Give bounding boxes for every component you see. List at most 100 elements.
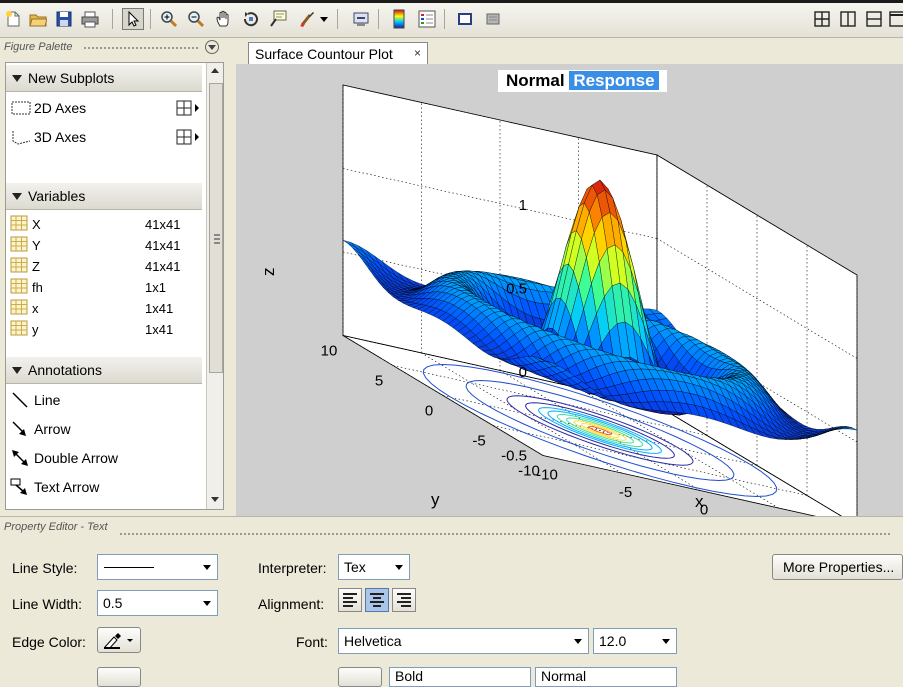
interpreter-value: Tex (344, 559, 366, 575)
maximize-icon[interactable] (886, 8, 903, 30)
surface-contour-plot[interactable]: -0.500.51-10-50510-10-50510xyz (236, 64, 903, 516)
print-icon[interactable] (79, 8, 101, 30)
save-icon[interactable] (53, 8, 75, 30)
subplot-label: 2D Axes (34, 100, 87, 116)
data-cursor-icon[interactable] (267, 8, 289, 30)
scroll-down-icon[interactable] (211, 497, 219, 502)
z-tick-label: 1 (519, 197, 527, 214)
font-weight-select[interactable]: Bold (389, 667, 531, 687)
variable-name: x (32, 300, 39, 316)
y-tick-label: -5 (472, 433, 485, 450)
interpreter-label: Interpreter: (258, 560, 327, 576)
double-arrow-icon (10, 449, 34, 467)
variable-row[interactable]: fh 1x1 (10, 277, 202, 297)
variable-name: Z (32, 258, 40, 274)
variable-size: 1x41 (145, 300, 174, 316)
header-divider (120, 533, 890, 535)
section-variables[interactable]: Variables (6, 183, 202, 210)
variable-row[interactable]: Z 41x41 (10, 256, 202, 276)
align-right-button[interactable] (392, 588, 416, 612)
select-arrow-icon[interactable] (122, 8, 144, 30)
chevron-down-icon (389, 555, 409, 579)
font-size-select[interactable]: 12.0 (593, 628, 677, 654)
open-folder-icon[interactable] (27, 8, 49, 30)
zoom-out-icon[interactable] (185, 8, 207, 30)
palette-scrollbar[interactable] (206, 63, 223, 509)
annotation-line[interactable]: Line (10, 389, 202, 411)
tab-label: Surface Countour Plot (255, 46, 393, 62)
colorbar-icon[interactable] (388, 8, 410, 30)
font-angle-select[interactable]: Normal (535, 667, 677, 687)
variable-name: X (32, 216, 41, 232)
collapse-palette-icon[interactable] (205, 40, 219, 54)
pan-hand-icon[interactable] (213, 8, 235, 30)
annotation-text-arrow[interactable]: Text Arrow (10, 476, 202, 498)
align-center-button[interactable] (365, 588, 389, 612)
annotation-double-arrow[interactable]: Double Arrow (10, 447, 202, 469)
alignment-label: Alignment: (258, 596, 325, 612)
tile-icon[interactable] (811, 8, 833, 30)
split-vertical-icon[interactable] (837, 8, 859, 30)
edge-color-button[interactable] (97, 627, 141, 653)
variable-name: fh (32, 279, 43, 295)
more-properties-button[interactable]: More Properties... (772, 554, 903, 580)
subplot-3d-axes[interactable]: 3D Axes (10, 126, 202, 148)
font-select[interactable]: Helvetica (338, 628, 589, 654)
hide-tools-icon[interactable] (454, 8, 476, 30)
subplot-2d-axes[interactable]: 2D Axes (10, 97, 202, 119)
new-file-icon[interactable] (2, 8, 24, 30)
section-label: Annotations (28, 362, 102, 378)
scroll-up-icon[interactable] (211, 68, 219, 73)
section-label: New Subplots (28, 70, 115, 86)
y-axis-label: y (431, 490, 440, 509)
variable-row[interactable]: Y 41x41 (10, 235, 202, 255)
variable-row[interactable]: x 1x41 (10, 298, 202, 318)
annotation-label: Text Arrow (34, 479, 100, 495)
y-tick-label: -10 (518, 463, 540, 480)
rotate-3d-icon[interactable] (240, 8, 262, 30)
annotation-arrow[interactable]: Arrow (10, 418, 202, 440)
split-horizontal-icon[interactable] (863, 8, 885, 30)
matrix-icon (10, 236, 32, 255)
variable-size: 1x41 (145, 321, 174, 337)
text-color-button[interactable] (338, 667, 382, 687)
scrollbar-thumb[interactable] (209, 83, 223, 373)
expand-triangle-icon (12, 193, 22, 200)
face-color-button[interactable] (97, 667, 141, 687)
matrix-icon (10, 278, 32, 297)
figure-panel: Surface Countour Plot × Normal Response … (236, 38, 903, 516)
section-new-subplots[interactable]: New Subplots (6, 65, 202, 92)
zoom-in-icon[interactable] (158, 8, 180, 30)
interpreter-select[interactable]: Tex (338, 554, 410, 580)
chevron-down-icon (197, 591, 217, 615)
line-style-select[interactable] (97, 554, 218, 580)
variable-size: 41x41 (145, 258, 181, 274)
matrix-icon (10, 320, 32, 339)
tab-surface-contour-plot[interactable]: Surface Countour Plot × (248, 42, 428, 64)
line-width-select[interactable]: 0.5 (97, 590, 218, 616)
figure-palette-header: Figure Palette (0, 38, 232, 58)
y-tick-label: 0 (425, 403, 433, 420)
brush-dropdown-icon[interactable] (318, 8, 330, 30)
legend-icon[interactable] (416, 8, 438, 30)
grid-layout-icon[interactable] (176, 129, 202, 148)
variable-row[interactable]: y 1x41 (10, 319, 202, 339)
figure-palette-title: Figure Palette (4, 41, 73, 53)
section-annotations[interactable]: Annotations (6, 357, 202, 384)
close-tab-icon[interactable]: × (414, 46, 421, 60)
brush-icon[interactable] (296, 8, 318, 30)
variable-row[interactable]: X 41x41 (10, 214, 202, 234)
grid-layout-icon[interactable] (176, 100, 202, 119)
subplot-label: 3D Axes (34, 129, 87, 145)
line-width-label: Line Width: (12, 596, 83, 612)
show-tools-icon[interactable] (482, 8, 504, 30)
annotation-label: Double Arrow (34, 450, 119, 466)
chevron-down-icon (197, 555, 217, 579)
link-icon[interactable] (350, 8, 372, 30)
variable-size: 1x1 (145, 279, 166, 295)
annotation-label: Line (34, 392, 61, 408)
align-left-button[interactable] (338, 588, 362, 612)
axes-3d-icon (10, 129, 34, 145)
toolbar-separator (337, 9, 338, 29)
variable-name: y (32, 321, 39, 337)
